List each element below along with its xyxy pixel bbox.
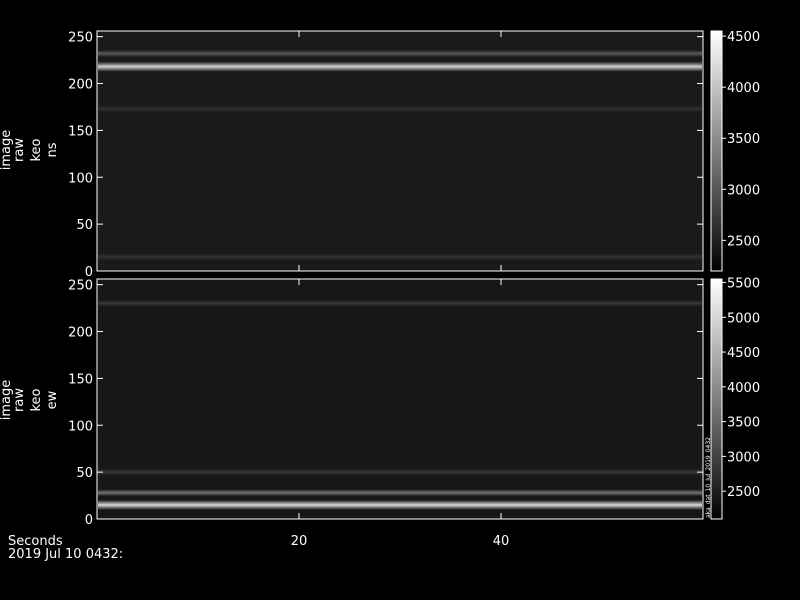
y-tick-label: 150 xyxy=(68,372,93,387)
bright-band xyxy=(98,50,702,57)
colorbar-tick-label: 4500 xyxy=(727,30,760,45)
bright-band xyxy=(98,468,702,476)
bright-band xyxy=(98,489,702,497)
panel-ew: 050100150200250 image raw keo ew 2500300… xyxy=(0,276,760,528)
y-tick-label: 50 xyxy=(76,466,93,481)
y-label-ns-3: keo xyxy=(29,138,44,161)
colorbar-tick-label: 4000 xyxy=(727,381,760,396)
colorbar-tick-label: 3500 xyxy=(727,416,760,431)
keogram-figure: 050100150200250 image raw keo ns 2500300… xyxy=(0,30,760,562)
y-tick-label: 250 xyxy=(68,279,93,294)
x-tick-label: 20 xyxy=(291,534,308,549)
bright-band xyxy=(98,299,702,307)
footer-timestamp: 2019 Jul 10 0432: xyxy=(8,547,123,562)
y-tick-label: 50 xyxy=(76,218,93,233)
y-tick-label: 100 xyxy=(68,419,93,434)
colorbar-tick-label: 3500 xyxy=(727,132,760,147)
bright-band xyxy=(98,253,702,261)
colorbar-tick-label: 5000 xyxy=(727,311,760,326)
panel-ns: 050100150200250 image raw keo ns 2500300… xyxy=(0,30,760,280)
y-label-ew-2: raw xyxy=(12,388,27,412)
y-tick-label: 200 xyxy=(68,78,93,93)
colorbar-tick-label: 4000 xyxy=(727,81,760,96)
heatmap-ew xyxy=(97,279,703,519)
bright-band xyxy=(98,105,702,113)
colorbar-ew xyxy=(710,278,723,520)
colorbar-ns xyxy=(710,30,723,272)
colorbar-tick-label: 5500 xyxy=(727,276,760,291)
colorbar-tick-label: 2500 xyxy=(727,485,760,500)
y-tick-label: 200 xyxy=(68,326,93,341)
colorbar-annotation: aka_dat_10_Jul_2019_0432 xyxy=(705,437,712,518)
y-label-ns-4: ns xyxy=(45,142,60,157)
y-label-ew-4: ew xyxy=(45,390,60,409)
y-tick-label: 0 xyxy=(85,513,93,528)
colorbar-tick-label: 2500 xyxy=(727,234,760,249)
y-tick-label: 100 xyxy=(68,171,93,186)
y-tick-label: 150 xyxy=(68,124,93,139)
colorbar-tick-label: 4500 xyxy=(727,346,760,361)
y-label-ns-2: raw xyxy=(12,138,27,162)
x-tick-label: 40 xyxy=(493,534,510,549)
bright-band xyxy=(98,61,702,72)
colorbar-tick-label: 3000 xyxy=(727,183,760,198)
y-tick-label: 250 xyxy=(68,31,93,46)
bright-band xyxy=(98,499,702,510)
colorbar-tick-label: 3000 xyxy=(727,450,760,465)
y-label-ew-3: keo xyxy=(29,388,44,411)
